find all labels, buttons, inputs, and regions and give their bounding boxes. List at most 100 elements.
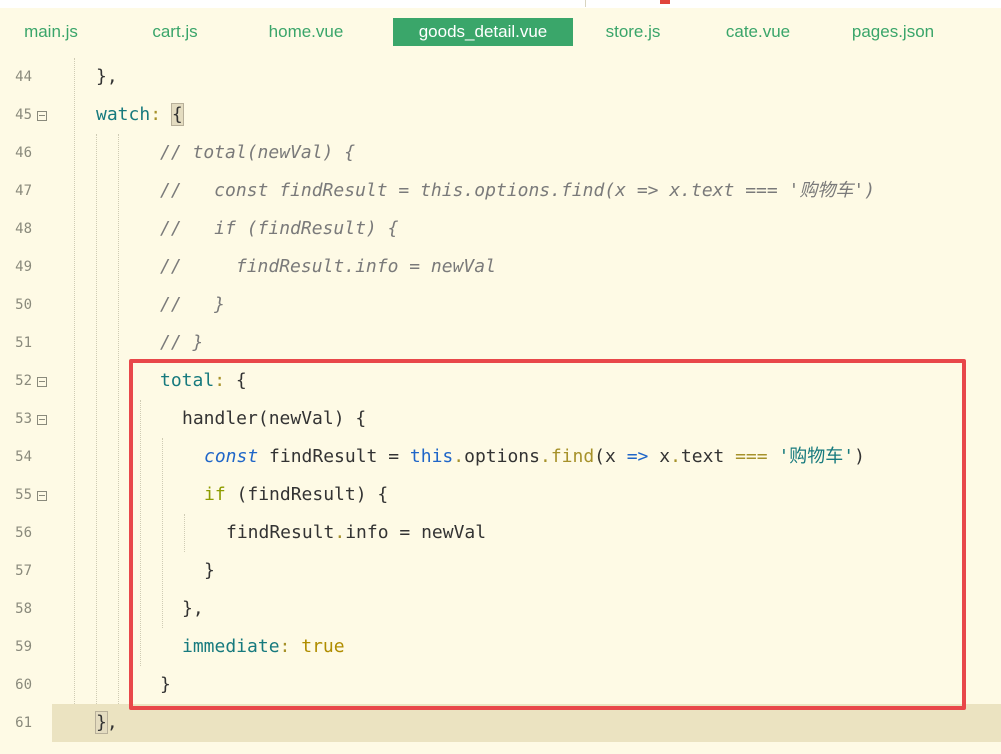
code-line[interactable]: // findResult.info = newVal	[52, 248, 1001, 286]
tab-store-js[interactable]: store.js	[590, 18, 676, 46]
code-token: .	[539, 446, 551, 467]
code-token: },	[96, 66, 118, 87]
tab-home-vue[interactable]: home.vue	[250, 18, 362, 46]
code-token: watch	[96, 104, 151, 125]
line-number: 46	[15, 145, 32, 161]
fold-toggle-icon[interactable]	[37, 415, 47, 425]
code-token: (findResult) {	[225, 484, 389, 505]
code-token: if	[204, 484, 226, 505]
line-number: 45	[15, 107, 32, 123]
line-number: 49	[15, 259, 32, 275]
line-number: 50	[15, 297, 32, 313]
code-line[interactable]: watch: {	[52, 96, 1001, 134]
code-line-text: total: {	[160, 369, 247, 393]
code-token: (x	[594, 446, 627, 467]
code-line[interactable]: },	[52, 590, 1001, 628]
tab-cart-js[interactable]: cart.js	[134, 18, 216, 46]
code-line-text: // const findResult = this.options.find(…	[160, 179, 875, 203]
code-token: .	[334, 522, 346, 543]
code-line[interactable]: immediate: true	[52, 628, 1001, 666]
fold-toggle-icon[interactable]	[37, 377, 47, 387]
code-token: '购物车'	[778, 446, 855, 467]
tab-cate-vue[interactable]: cate.vue	[710, 18, 806, 46]
code-token: }	[95, 711, 108, 734]
top-strip-marker	[660, 0, 670, 4]
tab-goods-detail-vue[interactable]: goods_detail.vue	[393, 18, 573, 46]
tab-main-js[interactable]: main.js	[10, 18, 92, 46]
code-line-text: findResult.info = newVal	[226, 521, 486, 545]
code-token: // findResult.info = newVal	[160, 256, 496, 277]
code-line-text: const findResult = this.options.find(x =…	[204, 445, 865, 469]
code-token: .	[453, 446, 465, 467]
fold-toggle-icon[interactable]	[37, 111, 47, 121]
top-strip-segment	[0, 0, 586, 7]
code-line[interactable]: }	[52, 666, 1001, 704]
code-token: find	[550, 446, 595, 467]
code-token: findResult =	[258, 446, 410, 467]
fold-toggle-icon[interactable]	[37, 491, 47, 501]
code-token: text	[680, 446, 736, 467]
code-token: true	[301, 636, 345, 657]
code-line-text: if (findResult) {	[204, 483, 388, 507]
code-line[interactable]: },	[52, 704, 1001, 742]
code-token: )	[854, 446, 865, 467]
code-token: },	[182, 598, 204, 619]
line-number: 56	[15, 525, 32, 541]
line-number: 44	[15, 69, 32, 85]
code-line-text: // }	[160, 293, 225, 317]
code-token: // }	[160, 294, 226, 315]
code-line[interactable]: // const findResult = this.options.find(…	[52, 172, 1001, 210]
line-number: 53	[15, 411, 32, 427]
code-line[interactable]: findResult.info = newVal	[52, 514, 1001, 552]
code-line-text: // }	[160, 331, 203, 355]
code-token: total	[160, 370, 215, 391]
code-line[interactable]: if (findResult) {	[52, 476, 1001, 514]
code-token: const	[204, 446, 259, 467]
code-token: // if (findResult) {	[160, 218, 399, 239]
code-token: }	[204, 560, 215, 581]
code-line[interactable]: }	[52, 552, 1001, 590]
code-line[interactable]: const findResult = this.options.find(x =…	[52, 438, 1001, 476]
line-number-gutter: 44 45 46 47 48 49 50 51 52 53 54 55 56 57 58 59 60 61	[0, 58, 52, 754]
code-token: {	[235, 370, 247, 391]
code-token: // }	[160, 332, 204, 353]
code-token: ,	[106, 712, 118, 733]
code-editor[interactable]: }, watch: { // total(newVal) { // const fin…	[52, 58, 1001, 754]
code-line-text: // findResult.info = newVal	[160, 255, 496, 279]
code-line[interactable]: // }	[52, 286, 1001, 324]
code-token: .	[670, 446, 681, 467]
line-number: 54	[15, 449, 32, 465]
code-line-text: // total(newVal) {	[160, 141, 355, 165]
editor-tab-bar: main.js cart.js home.vue goods_detail.vu…	[0, 8, 1001, 58]
code-line[interactable]: // total(newVal) {	[52, 134, 1001, 172]
code-line[interactable]: // if (findResult) {	[52, 210, 1001, 248]
code-line-text: },	[96, 65, 118, 89]
code-token: info = newVal	[345, 522, 487, 543]
code-line[interactable]: total: {	[52, 362, 1001, 400]
line-number: 57	[15, 563, 32, 579]
code-line[interactable]: handler(newVal) {	[52, 400, 1001, 438]
code-line-text: watch: {	[96, 103, 184, 127]
code-token: // const findResult = this.options.find(…	[160, 180, 876, 201]
line-number: 58	[15, 601, 32, 617]
code-token: handler(newVal) {	[182, 408, 367, 429]
code-token: ===	[735, 446, 768, 467]
code-line-text: },	[95, 711, 118, 735]
code-line[interactable]: // }	[52, 324, 1001, 362]
code-line-text: }	[204, 559, 215, 583]
code-token: immediate	[182, 636, 280, 657]
code-token: {	[170, 103, 184, 126]
code-line-text: }	[160, 673, 171, 697]
line-number: 51	[15, 335, 32, 351]
line-number: 61	[15, 715, 32, 731]
code-token: // total(newVal) {	[160, 142, 356, 163]
line-number: 60	[15, 677, 32, 693]
code-token: =>	[626, 446, 649, 467]
code-line[interactable]: },	[52, 58, 1001, 96]
code-token: this	[409, 446, 454, 467]
code-token: findResult	[226, 522, 335, 543]
tab-pages-json[interactable]: pages.json	[836, 18, 950, 46]
line-number: 59	[15, 639, 32, 655]
code-token: }	[160, 674, 171, 695]
